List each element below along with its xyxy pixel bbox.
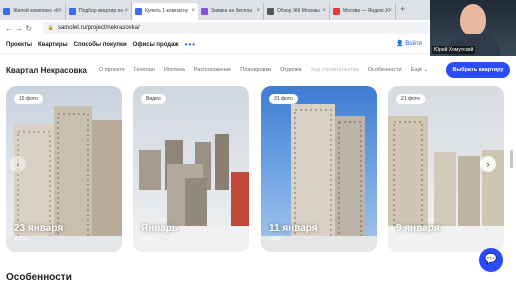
section-title: Особенности xyxy=(6,272,72,283)
back-icon[interactable]: ← xyxy=(4,24,14,33)
photo-count-badge: 21 фото xyxy=(396,94,425,104)
card-year: 2023 г. xyxy=(396,236,412,242)
tab-favicon-icon xyxy=(267,8,274,15)
card-year: 2023 г. xyxy=(14,236,30,242)
subnav-genplan[interactable]: Генплан xyxy=(134,67,155,73)
nav-link-apartments[interactable]: Квартиры xyxy=(38,42,68,48)
card-date: 9 января xyxy=(396,223,440,234)
url-field[interactable]: 🔒 samolet.ru/project/nekrasovka/ xyxy=(41,22,430,34)
nav-link-purchase[interactable]: Способы покупки xyxy=(74,42,127,48)
webcam-name: Юрий Хомутский xyxy=(432,46,476,54)
subnav-layouts[interactable]: Планировки xyxy=(240,67,271,73)
tab-label: Заявка на беспла xyxy=(211,8,253,14)
reload-icon[interactable]: ↻ xyxy=(24,24,34,33)
webcam-face xyxy=(460,4,486,36)
next-arrow-icon[interactable]: › xyxy=(480,156,496,172)
login-button[interactable]: 👤 Войти xyxy=(396,40,422,47)
gallery-card[interactable]: 31 фото 11 января 2023 г. xyxy=(261,86,377,252)
nav-link-offices[interactable]: Офисы продаж xyxy=(133,42,179,48)
webcam-overlay: Юрий Хомутский xyxy=(430,0,516,56)
tab-favicon-icon xyxy=(69,8,76,15)
close-tab-icon[interactable]: × xyxy=(388,3,392,20)
nav-link-projects[interactable]: Проекты xyxy=(6,42,32,48)
card-date: 11 января xyxy=(269,223,318,234)
project-subnav: Квартал Некрасовка О проекте Генплан Ипо… xyxy=(0,56,516,84)
browser-tab[interactable]: Заявка на беспла × xyxy=(198,3,264,20)
tab-favicon-icon xyxy=(3,8,10,15)
close-tab-icon[interactable]: × xyxy=(124,3,128,20)
subnav-features[interactable]: Особенности xyxy=(368,67,402,73)
user-icon: 👤 xyxy=(396,41,406,47)
tab-favicon-icon xyxy=(135,8,142,15)
tab-favicon-icon xyxy=(333,8,340,15)
lock-icon: 🔒 xyxy=(47,25,54,31)
tab-label: Жилой комплекс «К xyxy=(13,8,60,14)
address-bar: ← → ↻ 🔒 samolet.ru/project/nekrasovka/ xyxy=(0,20,430,36)
browser-tab[interactable]: Москва — Яндекс.К × xyxy=(330,3,396,20)
close-tab-icon[interactable]: × xyxy=(256,3,260,20)
subnav-more[interactable]: Ещё ⌄ xyxy=(411,67,428,73)
url-text: samolet.ru/project/nekrasovka/ xyxy=(57,25,140,31)
gallery-card[interactable]: Видео Январь 2023 г. xyxy=(133,86,249,252)
card-date: 23 января xyxy=(14,223,64,234)
close-tab-icon[interactable]: × xyxy=(322,3,326,20)
construction-gallery: 15 фото 23 января 2023 г. ‹ Видео Январь… xyxy=(0,86,516,252)
login-label: Войти xyxy=(405,41,422,47)
close-tab-icon[interactable]: × xyxy=(58,3,62,20)
gallery-card[interactable]: 21 фото 9 января 2023 г. › xyxy=(388,86,504,252)
tab-label: Москва — Яндекс.К xyxy=(343,8,389,14)
card-date: Январь xyxy=(141,223,179,234)
browser-tab[interactable]: Обзор ЖК Москвы × xyxy=(264,3,330,20)
site-header: Проекты Квартиры Способы покупки Офисы п… xyxy=(0,36,430,54)
more-menu-icon[interactable]: ••• xyxy=(185,40,196,49)
browser-tab-active[interactable]: Купить 1-комнатну × xyxy=(132,3,198,20)
tab-favicon-icon xyxy=(201,8,208,15)
subnav-location[interactable]: Расположение xyxy=(194,67,231,73)
photo-count-badge: 15 фото xyxy=(14,94,43,104)
subnav-about[interactable]: О проекте xyxy=(99,67,125,73)
chat-icon[interactable]: 💬 xyxy=(479,248,503,272)
forward-icon[interactable]: → xyxy=(14,24,24,33)
card-year: 2023 г. xyxy=(141,236,157,242)
photo-count-badge: 31 фото xyxy=(269,94,298,104)
choose-apartment-button[interactable]: Выбрать квартиру xyxy=(446,62,510,78)
tab-label: Купить 1-комнатну xyxy=(145,8,189,14)
video-badge: Видео xyxy=(141,94,166,104)
page-title: Квартал Некрасовка xyxy=(6,65,87,75)
subnav-mortgage[interactable]: Ипотека xyxy=(164,67,185,73)
browser-tab[interactable]: Жилой комплекс «К × xyxy=(0,3,66,20)
new-tab-button[interactable]: + xyxy=(396,1,405,20)
close-tab-icon[interactable]: × xyxy=(191,3,195,20)
prev-arrow-icon[interactable]: ‹ xyxy=(10,156,26,172)
tab-label: Подбор квартир по xyxy=(79,8,123,14)
gallery-card[interactable]: 15 фото 23 января 2023 г. ‹ xyxy=(6,86,122,252)
subnav-finish[interactable]: Отделка xyxy=(280,67,302,73)
tab-label: Обзор ЖК Москвы xyxy=(277,8,320,14)
subnav-construction[interactable]: Ход строительства xyxy=(311,67,359,73)
card-year: 2023 г. xyxy=(269,236,285,242)
scrollbar[interactable] xyxy=(510,150,513,168)
browser-tab[interactable]: Подбор квартир по × xyxy=(66,3,132,20)
